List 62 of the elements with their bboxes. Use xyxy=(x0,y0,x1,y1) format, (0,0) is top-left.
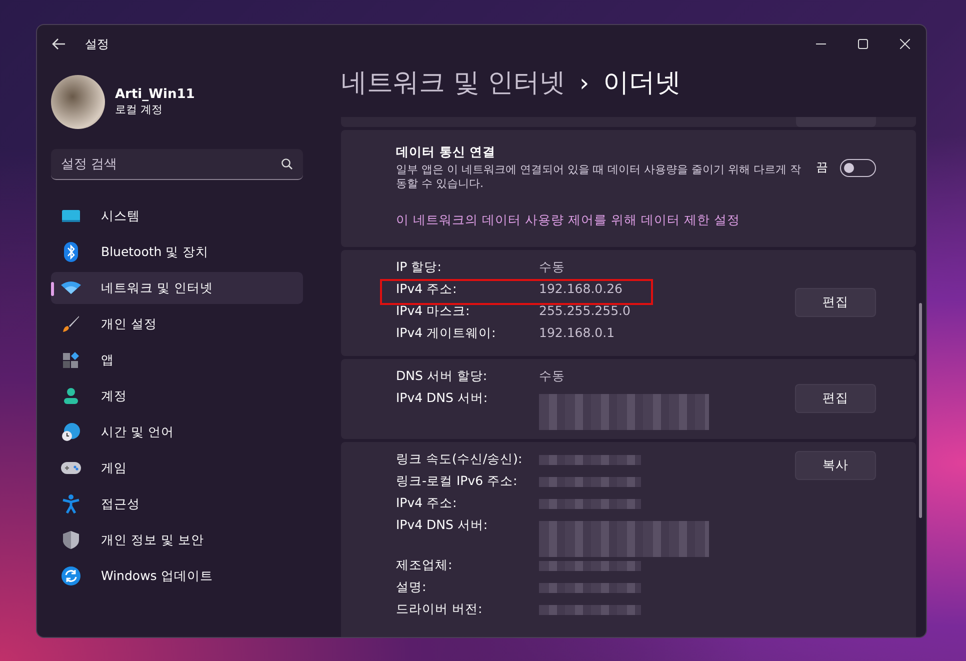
edit-button[interactable]: 편집 xyxy=(795,384,876,414)
close-icon[interactable] xyxy=(900,39,910,49)
info-label: IPv4 마스크: xyxy=(396,302,471,320)
bluetooth-icon xyxy=(64,242,78,262)
info-value: 수동 xyxy=(539,258,565,276)
page-title: 이더넷 xyxy=(603,67,682,100)
breadcrumb-separator: › xyxy=(580,69,590,97)
sidebar-item[interactable]: 접근성 xyxy=(51,488,303,520)
copy-button[interactable]: 복사 xyxy=(795,450,876,480)
person-icon xyxy=(62,387,80,405)
info-label: 링크 속도(수신/송신): xyxy=(396,450,524,468)
info-label: IPv4 DNS 서버: xyxy=(396,516,489,534)
update-icon xyxy=(61,566,81,586)
sidebar-item[interactable]: 게임 xyxy=(51,452,303,484)
maximize-icon[interactable] xyxy=(858,39,868,49)
account-name: Arti_Win11 xyxy=(115,87,195,102)
sidebar-item[interactable]: 계정 xyxy=(51,380,303,412)
sidebar-item[interactable]: 네트워크 및 인터넷 xyxy=(51,272,303,304)
monitor-icon xyxy=(61,208,81,224)
info-label: IPv4 게이트웨이: xyxy=(396,324,497,342)
back-arrow-icon[interactable] xyxy=(51,36,67,52)
sidebar-item[interactable]: 개인 설정 xyxy=(51,308,303,340)
info-label: 제조업체: xyxy=(396,556,454,574)
edit-button[interactable]: 편집 xyxy=(795,288,876,318)
info-value: 255.255.255.0 xyxy=(539,302,630,318)
info-value: 수동 xyxy=(539,368,565,385)
data-limit-link[interactable]: 이 네트워크의 데이터 사용량 제어를 위해 데이터 제한 설정 xyxy=(396,212,740,229)
paintbrush-icon xyxy=(62,315,80,333)
info-value: 192.168.0.1 xyxy=(539,324,615,340)
info-label: DNS 서버 할당: xyxy=(396,368,488,385)
info-label: 설명: xyxy=(396,578,428,596)
setting-title: 데이터 통신 연결 xyxy=(396,144,497,161)
apps-icon xyxy=(62,351,80,369)
globe-clock-icon xyxy=(61,422,81,442)
gamepad-icon xyxy=(61,461,81,475)
info-label: IPv4 주소: xyxy=(396,280,458,298)
sidebar-item[interactable]: 시스템 xyxy=(51,200,303,232)
info-label: 드라이버 버전: xyxy=(396,600,484,618)
account-type: 로컬 계정 xyxy=(115,102,164,117)
search-icon xyxy=(281,158,293,170)
wifi-icon xyxy=(61,281,81,295)
accessibility-icon xyxy=(62,494,80,514)
toggle-state-label: 끔 xyxy=(816,159,828,176)
avatar-photo xyxy=(51,75,105,129)
breadcrumb-parent[interactable]: 네트워크 및 인터넷 xyxy=(341,65,566,100)
info-value: 192.168.0.26 xyxy=(539,280,622,296)
info-label: 링크-로컬 IPv6 주소: xyxy=(396,472,518,490)
sidebar-item[interactable]: Bluetooth 및 장치 xyxy=(51,236,303,268)
sidebar-item[interactable]: Windows 업데이트 xyxy=(51,560,303,592)
shield-icon xyxy=(62,530,80,550)
info-label: IP 할당: xyxy=(396,258,442,276)
sidebar-item[interactable]: 앱 xyxy=(51,344,303,376)
scrollbar[interactable] xyxy=(919,303,922,518)
info-label: IPv4 DNS 서버: xyxy=(396,390,489,407)
info-label: IPv4 주소: xyxy=(396,494,458,512)
sidebar-item[interactable]: 개인 정보 및 보안 xyxy=(51,524,303,556)
setting-description: 일부 앱은 이 네트워크에 연결되어 있을 때 데이터 사용량을 줄이기 위해 다르게 작동할 수 있습니다. xyxy=(396,163,802,192)
sidebar-item[interactable]: 시간 및 언어 xyxy=(51,416,303,448)
toggle-switch[interactable] xyxy=(840,158,876,177)
minimize-icon[interactable] xyxy=(816,43,826,45)
window-title: 설정 xyxy=(85,36,110,52)
search-field[interactable]: 설정 검색 xyxy=(51,149,303,180)
